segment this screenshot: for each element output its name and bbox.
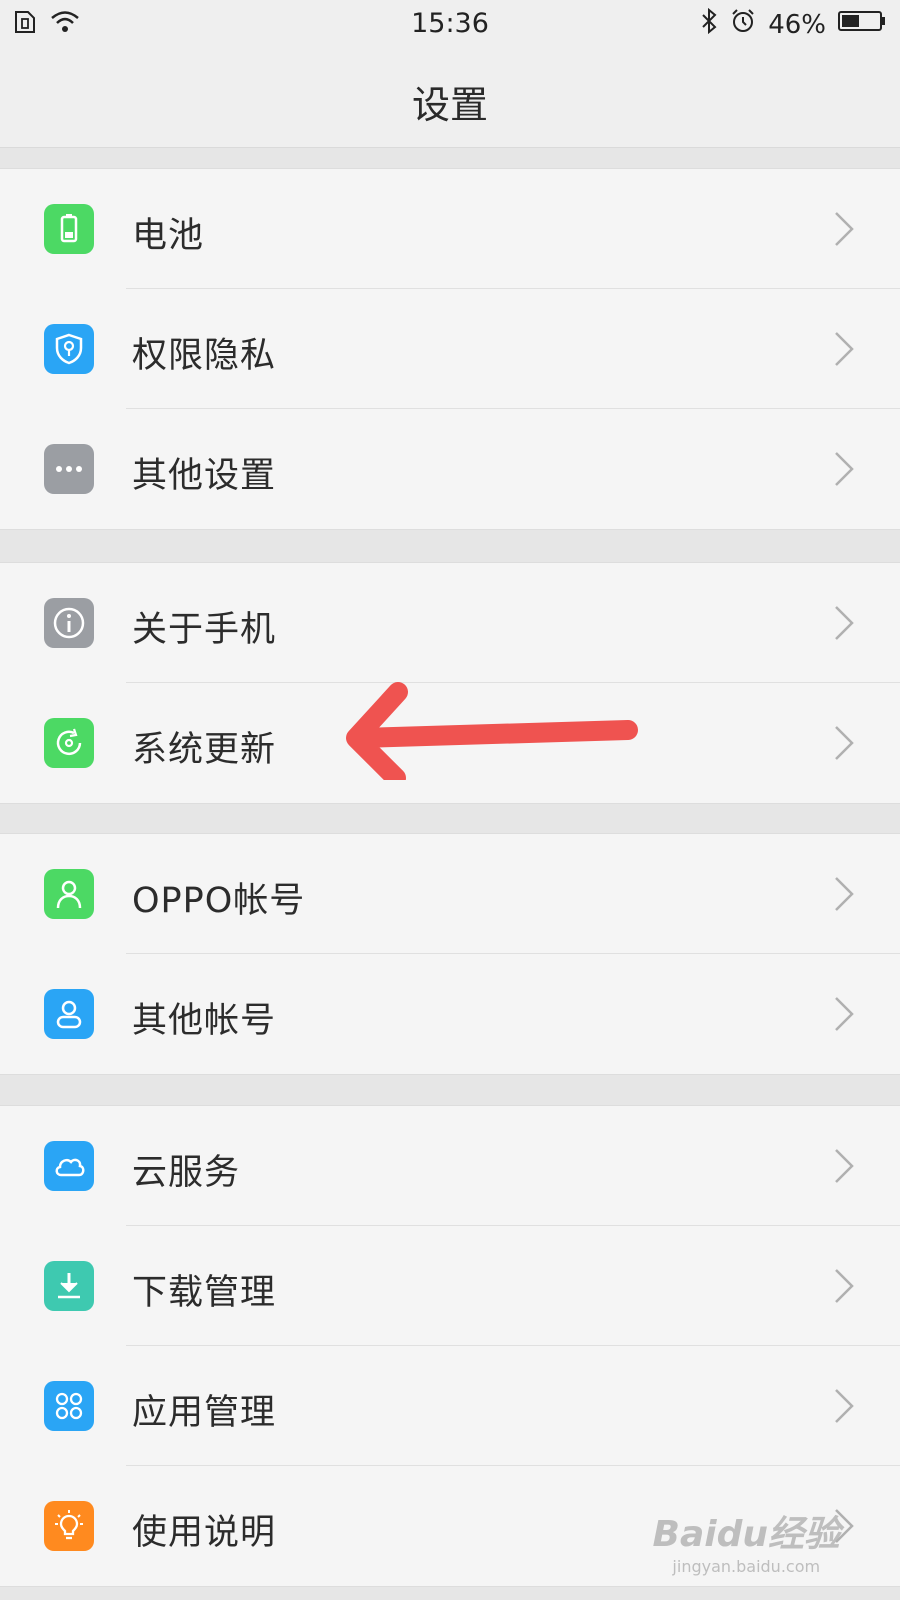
info-icon [44, 598, 94, 648]
settings-item-label: 下载管理 [132, 1273, 277, 1313]
cloud-icon [44, 1141, 94, 1191]
settings-item-cloud-service[interactable]: 云服务 [0, 1106, 900, 1226]
battery-percent: 46% [768, 9, 826, 40]
chevron-right-icon [835, 606, 854, 640]
settings-item-app-manager[interactable]: 应用管理 [0, 1346, 900, 1466]
download-icon [44, 1261, 94, 1311]
settings-item-label: 其他帐号 [132, 1001, 277, 1041]
chevron-right-icon [835, 1149, 854, 1183]
settings-item-label: 应用管理 [132, 1393, 277, 1433]
settings-item-battery[interactable]: 电池 [0, 169, 900, 289]
nav-bar: 设置 [0, 48, 900, 148]
settings-item-label: 关于手机 [132, 610, 277, 650]
chevron-right-icon [835, 1269, 854, 1303]
update-icon [44, 718, 94, 768]
settings-item-label: 电池 [132, 216, 205, 256]
settings-item-label: OPPO帐号 [132, 881, 306, 921]
alarm-icon [730, 8, 756, 41]
battery-icon [44, 204, 94, 254]
battery-status-icon [838, 9, 886, 40]
settings-item-label: 使用说明 [132, 1513, 277, 1553]
settings-group-3: OPPO帐号 其他帐号 [0, 833, 900, 1075]
user-icon [44, 869, 94, 919]
settings-item-oppo-account[interactable]: OPPO帐号 [0, 834, 900, 954]
annotation-arrow [346, 682, 638, 780]
more-icon [44, 444, 94, 494]
shield-icon [44, 324, 94, 374]
settings-item-download-manager[interactable]: 下载管理 [0, 1226, 900, 1346]
settings-item-label: 权限隐私 [132, 336, 277, 376]
account-icon [44, 989, 94, 1039]
chevron-right-icon [835, 997, 854, 1031]
chevron-right-icon [835, 332, 854, 366]
status-bar: 15:36 46% [0, 0, 900, 48]
watermark-url: jingyan.baidu.com [672, 1557, 821, 1576]
settings-item-other-settings[interactable]: 其他设置 [0, 409, 900, 529]
chevron-right-icon [835, 212, 854, 246]
watermark-logo: Baidu经验 [652, 1514, 840, 1555]
chevron-right-icon [835, 452, 854, 486]
settings-item-about-phone[interactable]: 关于手机 [0, 563, 900, 683]
chevron-right-icon [835, 726, 854, 760]
chevron-right-icon [835, 1389, 854, 1423]
settings-item-label: 其他设置 [132, 456, 277, 496]
bluetooth-icon [700, 7, 718, 41]
bulb-icon [44, 1501, 94, 1551]
watermark: Baidu经验 jingyan.baidu.com [653, 1505, 840, 1576]
settings-item-label: 云服务 [132, 1153, 241, 1193]
settings-group-1: 电池 权限隐私 其他设置 [0, 168, 900, 530]
apps-icon [44, 1381, 94, 1431]
chevron-right-icon [835, 877, 854, 911]
page-title: 设置 [411, 83, 488, 127]
settings-item-privacy[interactable]: 权限隐私 [0, 289, 900, 409]
settings-item-other-accounts[interactable]: 其他帐号 [0, 954, 900, 1074]
settings-item-label: 系统更新 [132, 730, 277, 770]
